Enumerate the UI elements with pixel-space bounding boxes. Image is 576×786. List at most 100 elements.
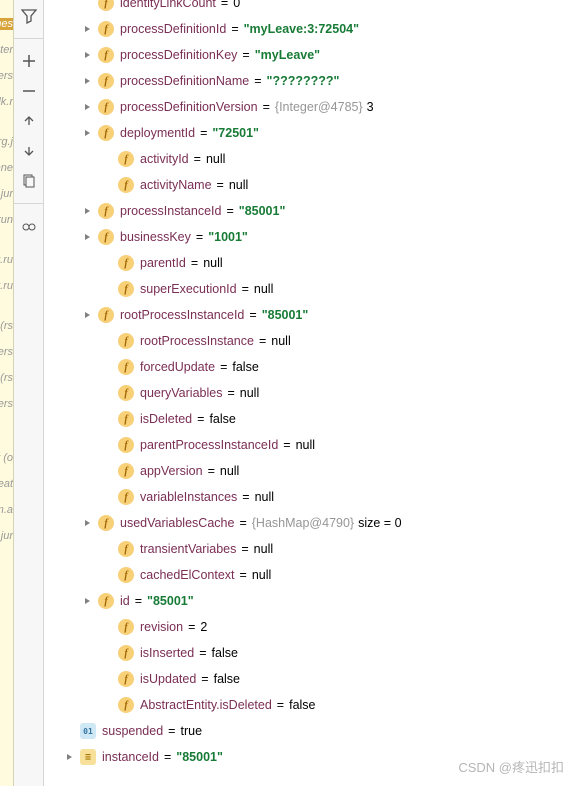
field-icon: f — [98, 229, 114, 245]
variable-value: null — [229, 178, 248, 192]
expand-arrow-icon[interactable] — [64, 751, 76, 763]
frames-gutter: nesnterers,dk.rrg.jnneg.jurrunt.rut.rurs… — [0, 0, 14, 786]
variable-name: AbstractEntity.isDeleted — [140, 698, 272, 712]
field-icon: f — [118, 541, 134, 557]
expand-arrow-icon — [102, 179, 114, 191]
expand-arrow-icon[interactable] — [82, 205, 94, 217]
variable-row[interactable]: fbusinessKey="1001" — [44, 224, 576, 250]
variable-row[interactable]: fprocessDefinitionId="myLeave:3:72504" — [44, 16, 576, 42]
field-icon: f — [98, 515, 114, 531]
frame-fragment: rs) — [0, 372, 13, 384]
field-icon: f — [118, 671, 134, 687]
expand-arrow-icon[interactable] — [82, 517, 94, 529]
down-icon[interactable] — [19, 141, 39, 161]
filter-icon[interactable] — [19, 6, 39, 26]
frame-fragment: n.jur — [0, 530, 13, 542]
plus-icon[interactable] — [19, 51, 39, 71]
variable-row[interactable]: factivityName=null — [44, 172, 576, 198]
variable-value: true — [180, 724, 202, 738]
variable-row[interactable]: fcachedElContext=null — [44, 562, 576, 588]
frame-fragment: nne — [0, 162, 13, 174]
expand-arrow-icon — [102, 283, 114, 295]
variable-name: identityLinkCount — [120, 0, 216, 10]
variable-value: 2 — [200, 620, 207, 634]
variable-row[interactable]: fisDeleted=false — [44, 406, 576, 432]
variable-row[interactable]: factivityId=null — [44, 146, 576, 172]
variable-row[interactable]: fprocessInstanceId="85001" — [44, 198, 576, 224]
variable-row[interactable]: frootProcessInstance=null — [44, 328, 576, 354]
variable-value-tail: 3 — [367, 100, 374, 114]
variable-row[interactable]: fAbstractEntity.isDeleted=false — [44, 692, 576, 718]
variable-row[interactable]: fid="85001" — [44, 588, 576, 614]
expand-arrow-icon — [102, 257, 114, 269]
frame-fragment: rs) — [0, 320, 13, 332]
variable-name: activityName — [140, 178, 212, 192]
variable-row[interactable]: frootProcessInstanceId="85001" — [44, 302, 576, 328]
field-icon: f — [118, 255, 134, 271]
up-icon[interactable] — [19, 111, 39, 131]
list-icon: ≡ — [80, 749, 96, 765]
variable-row[interactable]: fisInserted=false — [44, 640, 576, 666]
frame-fragment: run — [0, 214, 13, 226]
expand-arrow-icon — [102, 387, 114, 399]
field-icon: f — [118, 437, 134, 453]
variable-row[interactable]: fprocessDefinitionKey="myLeave" — [44, 42, 576, 68]
variable-name: parentProcessInstanceId — [140, 438, 278, 452]
variable-name: instanceId — [102, 750, 159, 764]
variable-name: processDefinitionKey — [120, 48, 237, 62]
expand-arrow-icon — [102, 361, 114, 373]
field-icon: f — [98, 203, 114, 219]
copy-icon[interactable] — [19, 171, 39, 191]
variable-row[interactable]: ftransientVariabes=null — [44, 536, 576, 562]
variable-row[interactable]: fparentId=null — [44, 250, 576, 276]
frame-fragment: ers, — [0, 70, 13, 82]
variable-row[interactable]: fusedVariablesCache={HashMap@4790} size … — [44, 510, 576, 536]
expand-arrow-icon[interactable] — [82, 101, 94, 113]
variable-row[interactable]: fprocessDefinitionVersion={Integer@4785}… — [44, 94, 576, 120]
variable-value: "85001" — [262, 308, 309, 322]
expand-arrow-icon — [102, 673, 114, 685]
field-icon: f — [118, 281, 134, 297]
variable-value: null — [296, 438, 315, 452]
variable-value: "85001" — [176, 750, 223, 764]
variable-row[interactable]: 01suspended=true — [44, 718, 576, 744]
variable-row[interactable]: fprocessDefinitionName="????????" — [44, 68, 576, 94]
variable-name: processDefinitionId — [120, 22, 226, 36]
expand-arrow-icon[interactable] — [82, 309, 94, 321]
variable-value: null — [220, 464, 239, 478]
variable-row[interactable]: fidentityLinkCount=0 — [44, 0, 576, 16]
expand-arrow-icon[interactable] — [82, 595, 94, 607]
expand-arrow-icon[interactable] — [82, 49, 94, 61]
variable-row[interactable]: frevision=2 — [44, 614, 576, 640]
variable-row[interactable]: fisUpdated=false — [44, 666, 576, 692]
expand-arrow-icon — [102, 621, 114, 633]
debugger-toolbar — [14, 0, 44, 786]
variable-value: null — [240, 386, 259, 400]
variable-row[interactable]: fforcedUpdate=false — [44, 354, 576, 380]
expand-arrow-icon[interactable] — [82, 127, 94, 139]
variables-tree[interactable]: fidentityLinkCount=0fprocessDefinitionId… — [44, 0, 576, 786]
variable-row[interactable]: fparentProcessInstanceId=null — [44, 432, 576, 458]
variable-row[interactable]: fsuperExecutionId=null — [44, 276, 576, 302]
variable-name: variableInstances — [140, 490, 237, 504]
variable-row[interactable]: fappVersion=null — [44, 458, 576, 484]
field-icon: f — [118, 463, 134, 479]
variable-name: businessKey — [120, 230, 191, 244]
expand-arrow-icon[interactable] — [82, 23, 94, 35]
expand-arrow-icon[interactable] — [82, 231, 94, 243]
frame-fragment: ers) — [0, 398, 13, 410]
glasses-icon[interactable] — [19, 216, 39, 236]
expand-arrow-icon — [102, 647, 114, 659]
expand-arrow-icon — [102, 465, 114, 477]
expand-arrow-icon — [102, 699, 114, 711]
expand-arrow-icon — [102, 543, 114, 555]
variable-row[interactable]: fvariableInstances=null — [44, 484, 576, 510]
expand-arrow-icon[interactable] — [82, 75, 94, 87]
frame-fragment: dk.r — [0, 96, 13, 108]
field-icon: f — [98, 73, 114, 89]
variable-value-tail: size = 0 — [358, 516, 401, 530]
variable-row[interactable]: fdeploymentId="72501" — [44, 120, 576, 146]
minus-icon[interactable] — [19, 81, 39, 101]
variable-row[interactable]: fqueryVariables=null — [44, 380, 576, 406]
variable-value: null — [254, 282, 273, 296]
